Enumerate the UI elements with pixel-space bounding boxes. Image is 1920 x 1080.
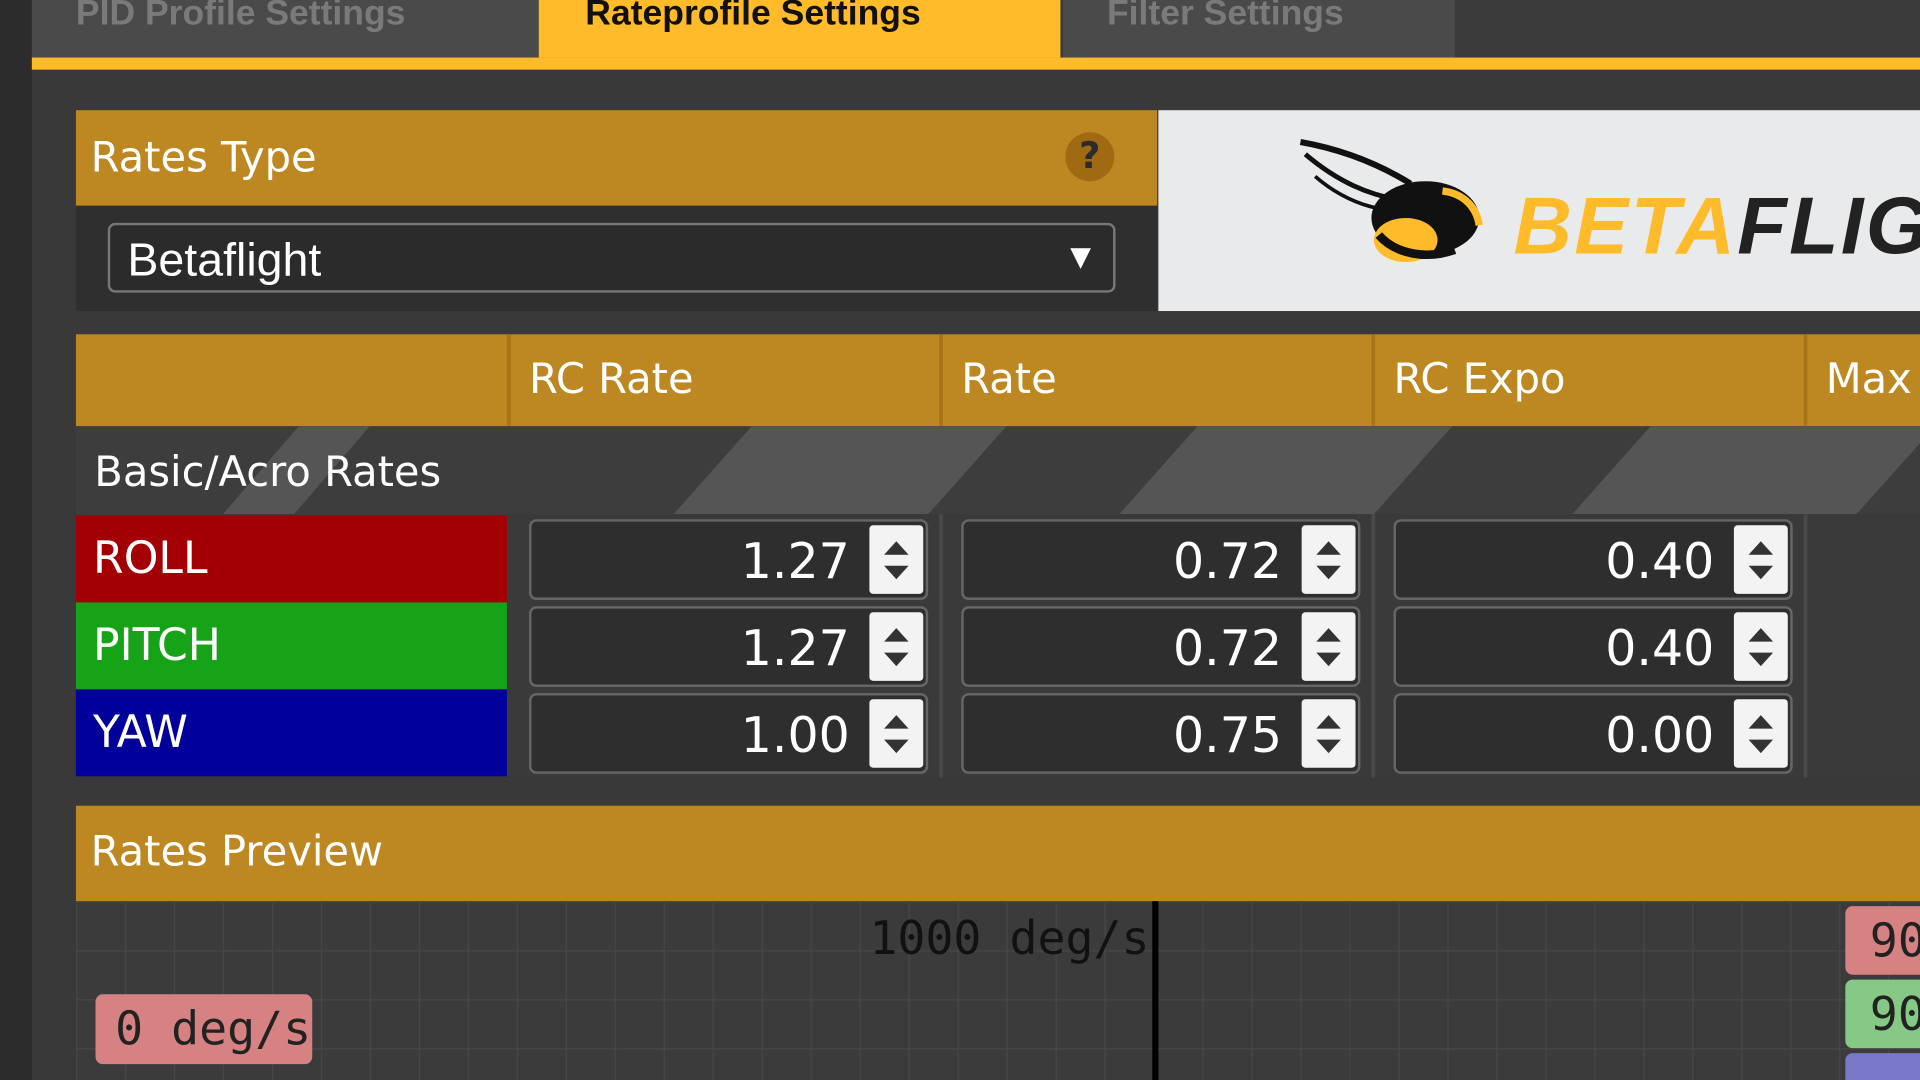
rates-type-select[interactable]: Betaflight ▼ [107,222,1116,293]
yaw-rc-rate-value: 1.00 [740,707,850,765]
spinner-arrows-icon[interactable] [1733,699,1788,768]
roll-rc-rate-value: 1.27 [740,533,850,591]
pitch-rc-expo-input[interactable]: 0.40 [1393,606,1793,687]
tab-rateprofile-settings[interactable]: Rateprofile Settings [538,0,1061,58]
axis-label-pitch-text: PITCH [93,620,221,672]
yaw-rate-value: 0.75 [1172,707,1283,765]
pitch-rc-rate-input[interactable]: 1.27 [528,606,929,687]
spinner-arrows-icon[interactable] [869,525,924,594]
axis-label-pitch: PITCH [75,602,507,690]
spinner-arrows-icon[interactable] [1301,612,1356,681]
roll-rc-expo-input[interactable]: 0.40 [1393,519,1793,601]
rates-type-header: Rates Type [75,110,1158,206]
betaflight-logo: BETAFLIG [1158,110,1920,312]
yaw-rc-expo-input[interactable]: 0.00 [1393,693,1793,774]
logo-text-flight: FLIG [1737,180,1920,271]
rates-type-selected-value: Betaflight [127,235,322,287]
tab-filter-settings[interactable]: Filter Settings [1062,0,1455,58]
bee-logo-icon [1299,139,1483,263]
pitch-rc-expo-value: 0.40 [1605,620,1715,678]
column-divider [1803,334,1808,428]
pitch-rc-rate-value: 1.27 [740,620,850,678]
logo-text-beta: BETA [1513,180,1738,271]
axis-label-yaw-text: YAW [93,707,188,758]
yaw-rc-expo-value: 0.00 [1605,707,1715,765]
column-divider [1371,334,1376,428]
spinner-arrows-icon[interactable] [1301,699,1356,768]
preview-zero-badge: 0 deg/s [95,994,313,1065]
logo-wordmark: BETAFLIG [1513,179,1920,272]
preview-yaw-badge [1845,1053,1920,1080]
axis-label-yaw: YAW [75,689,507,777]
roll-rate-value: 0.72 [1172,533,1283,591]
column-divider [939,514,943,778]
roll-rate-input[interactable]: 0.72 [961,519,1361,601]
app-stage: PID Profile Settings Rateprofile Setting… [0,0,1920,1080]
preview-center-line [1152,901,1159,1080]
question-circle-icon[interactable]: ? [1065,132,1115,182]
axis-label-roll-text: ROLL [93,533,208,585]
roll-rc-expo-value: 0.40 [1605,533,1715,591]
spinner-arrows-icon[interactable] [1733,525,1788,594]
roll-rc-rate-input[interactable]: 1.27 [528,519,929,601]
rates-preview-title: Rates Preview [90,827,384,877]
preview-roll-badge: 90 [1845,906,1920,975]
pitch-rate-input[interactable]: 0.72 [961,606,1361,687]
yaw-rate-input[interactable]: 0.75 [961,693,1361,774]
column-header-max: Max [1825,355,1912,405]
column-header-rc-rate: RC Rate [528,355,694,405]
preview-pitch-badge-text: 90 [1869,986,1920,1041]
column-header-rate: Rate [961,355,1057,405]
spinner-arrows-icon[interactable] [869,699,924,768]
yaw-rc-rate-input[interactable]: 1.00 [528,693,929,774]
preview-max-label: 1000 deg/s [869,911,1150,965]
column-header-rc-expo: RC Expo [1393,355,1566,405]
column-divider [939,334,943,428]
column-divider [1803,514,1808,778]
tab-pid-profile-settings[interactable]: PID Profile Settings [31,0,539,58]
left-rail [0,0,32,1080]
section-label: Basic/Acro Rates [94,448,442,498]
spinner-arrows-icon[interactable] [869,612,924,681]
active-tab-underline [31,57,1920,70]
axis-label-roll: ROLL [75,515,507,603]
spinner-arrows-icon[interactable] [1733,612,1788,681]
preview-pitch-badge: 90 [1845,979,1920,1049]
column-divider [506,334,511,428]
rates-preview-header: Rates Preview [75,805,1920,902]
spinner-arrows-icon[interactable] [1301,525,1356,594]
section-row-basic-acro: Basic/Acro Rates [75,426,1920,515]
pitch-rate-value: 0.72 [1172,620,1283,678]
column-divider [1371,514,1376,778]
preview-zero-label: 0 deg/s [115,1001,312,1056]
rates-type-title: Rates Type [90,133,317,183]
preview-roll-badge-text: 90 [1869,913,1920,968]
chevron-down-icon: ▼ [1070,242,1092,274]
